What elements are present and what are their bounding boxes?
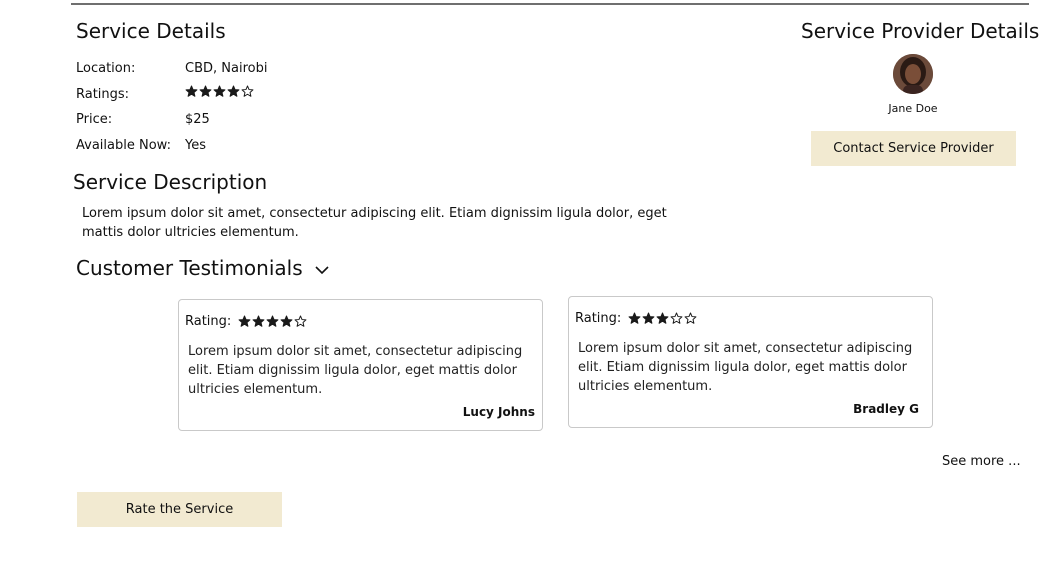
testimonial-author: Lucy Johns	[462, 405, 535, 419]
star-outline-icon	[294, 315, 307, 327]
testimonial-rating-label: Rating:	[575, 311, 622, 326]
ratings-label: Ratings:	[76, 87, 130, 102]
testimonial-rating-stars	[628, 312, 697, 325]
service-description-heading: Service Description	[73, 170, 268, 194]
price-value: $25	[185, 112, 210, 127]
star-filled-icon	[213, 85, 226, 97]
testimonial-rating-label: Rating:	[185, 314, 232, 329]
contact-provider-button[interactable]: Contact Service Provider	[811, 131, 1016, 166]
location-label: Location:	[76, 61, 136, 76]
star-filled-icon	[266, 315, 279, 327]
testimonial-card-2: Rating: Lorem ipsum dolor sit amet, cons…	[568, 296, 933, 428]
star-filled-icon	[656, 312, 669, 324]
star-filled-icon	[280, 315, 293, 327]
star-filled-icon	[252, 315, 265, 327]
star-filled-icon	[238, 315, 251, 327]
star-filled-icon	[199, 85, 212, 97]
provider-name: Jane Doe	[888, 102, 938, 115]
price-label: Price:	[76, 112, 113, 127]
star-filled-icon	[227, 85, 240, 97]
service-details-heading: Service Details	[76, 19, 226, 43]
service-description-text: Lorem ipsum dolor sit amet, consectetur …	[82, 206, 667, 240]
rate-service-button[interactable]: Rate the Service	[77, 492, 282, 527]
provider-details-heading: Service Provider Details	[801, 19, 1040, 43]
avatar[interactable]	[893, 54, 933, 94]
top-divider	[71, 3, 1029, 5]
star-filled-icon	[628, 312, 641, 324]
testimonial-card-1: Rating: Lorem ipsum dolor sit amet, cons…	[178, 299, 543, 431]
star-outline-icon	[670, 312, 683, 324]
star-outline-icon	[684, 312, 697, 324]
star-outline-icon	[241, 85, 254, 97]
see-more-link[interactable]: See more ...	[942, 454, 1021, 469]
available-now-label: Available Now:	[76, 138, 171, 153]
testimonial-text: Lorem ipsum dolor sit amet, consectetur …	[188, 344, 523, 397]
location-value: CBD, Nairobi	[185, 61, 268, 76]
star-filled-icon	[185, 85, 198, 97]
available-now-value: Yes	[185, 138, 206, 153]
testimonial-text: Lorem ipsum dolor sit amet, consectetur …	[578, 341, 913, 394]
testimonials-heading: Customer Testimonials	[76, 256, 303, 280]
testimonial-rating-stars	[238, 315, 307, 328]
service-rating-stars	[185, 85, 254, 98]
star-filled-icon	[642, 312, 655, 324]
chevron-down-icon[interactable]	[314, 262, 330, 278]
testimonial-author: Bradley G	[853, 402, 919, 416]
avatar-image	[893, 54, 933, 94]
